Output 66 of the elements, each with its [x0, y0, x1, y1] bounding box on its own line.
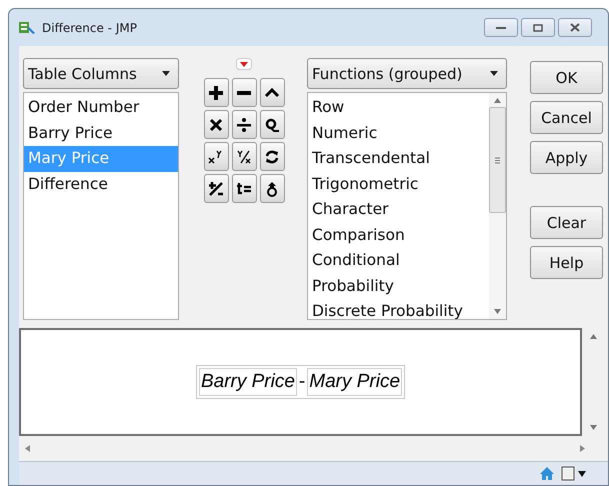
close-icon: [570, 23, 580, 32]
plus-minus-icon: [208, 180, 224, 196]
formula-term[interactable]: Barry Price: [198, 368, 297, 396]
fraction-icon: [236, 148, 252, 164]
scroll-up-icon[interactable]: [494, 98, 501, 103]
column-item[interactable]: Difference: [24, 172, 178, 197]
keypad-button[interactable]: [260, 78, 284, 107]
scroll-down-icon[interactable]: [494, 309, 501, 314]
keypad-button[interactable]: [204, 142, 228, 171]
keypad-button[interactable]: [232, 142, 256, 171]
multiply-icon: [208, 116, 224, 132]
lift-icon: [264, 180, 280, 196]
formula-operator: -: [298, 371, 306, 393]
keypad-button[interactable]: [232, 110, 256, 139]
grip-icon: [495, 156, 500, 164]
home-icon[interactable]: [539, 466, 555, 481]
column-item[interactable]: Barry Price: [24, 120, 178, 146]
function-item[interactable]: Probability: [308, 274, 489, 299]
maximize-button[interactable]: [521, 18, 555, 37]
window-title: Difference - JMP: [42, 20, 137, 34]
minimize-button[interactable]: [484, 18, 518, 37]
keypad-button[interactable]: [232, 174, 256, 203]
table-columns-dropdown[interactable]: Table Columns: [23, 58, 179, 89]
function-item[interactable]: Transcendental: [308, 146, 489, 172]
keypad-button[interactable]: [204, 174, 228, 203]
keypad-button[interactable]: [204, 110, 228, 139]
keypad-button[interactable]: [260, 142, 284, 171]
dialog-button[interactable]: Help: [530, 246, 603, 279]
dropdown-arrow-icon: [490, 71, 498, 76]
scroll-up-icon[interactable]: [590, 334, 596, 339]
dialog-button[interactable]: OK: [530, 61, 603, 94]
keypad-button[interactable]: [232, 78, 256, 107]
function-item[interactable]: Conditional: [308, 248, 489, 274]
scrollbar[interactable]: [489, 93, 506, 319]
maximize-icon: [533, 24, 543, 32]
function-item[interactable]: Numeric: [308, 120, 489, 146]
power-icon: [208, 148, 224, 164]
scroll-left-icon[interactable]: [25, 444, 30, 452]
formula-editor[interactable]: Barry Price - Mary Price: [19, 328, 582, 436]
minus-icon: [237, 90, 251, 94]
scroll-down-icon[interactable]: [590, 425, 596, 430]
keypad-button[interactable]: [204, 78, 228, 107]
dropdown-arrow-icon: [162, 71, 170, 76]
loop-icon: [264, 116, 280, 132]
formula-term[interactable]: Mary Price: [307, 368, 402, 396]
window-list-icon[interactable]: [561, 466, 587, 482]
function-item[interactable]: Discrete Probability: [308, 299, 489, 319]
dialog-button[interactable]: Apply: [530, 141, 603, 174]
minimize-icon: [496, 26, 506, 30]
column-item[interactable]: Order Number: [24, 95, 178, 120]
function-item[interactable]: Comparison: [308, 222, 489, 248]
plus-icon: [208, 84, 224, 100]
function-item[interactable]: Character: [308, 197, 489, 222]
function-item[interactable]: Trigonometric: [308, 172, 489, 197]
keypad-button[interactable]: [260, 110, 284, 139]
swap-icon: [264, 148, 280, 164]
app-icon: [18, 20, 36, 36]
scroll-right-icon[interactable]: [580, 444, 585, 452]
close-button[interactable]: [558, 18, 592, 37]
functions-dropdown[interactable]: Functions (grouped): [307, 58, 507, 89]
dialog-button[interactable]: Cancel: [530, 101, 603, 134]
function-item[interactable]: Row: [308, 95, 489, 120]
keypad-button[interactable]: [260, 174, 284, 203]
dialog-button[interactable]: Clear: [530, 206, 603, 239]
divide-icon: [236, 116, 252, 132]
assign-icon: [236, 180, 252, 196]
